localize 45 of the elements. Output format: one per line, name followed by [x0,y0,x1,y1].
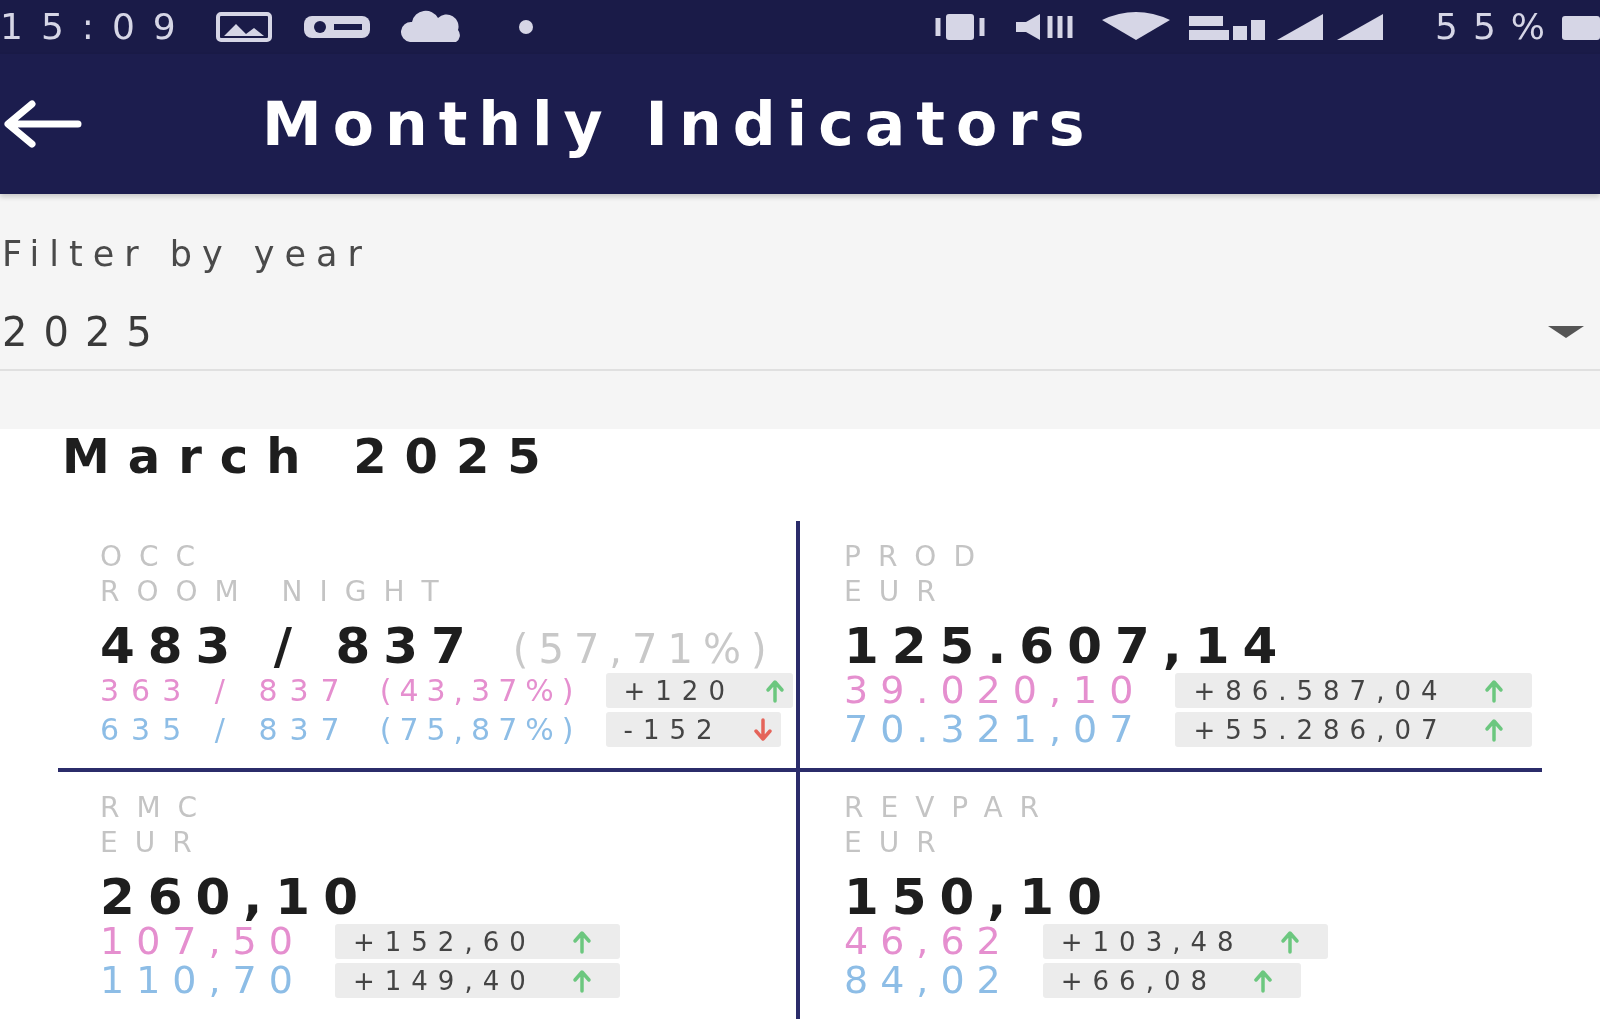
image-icon [215,12,272,42]
comparison-value: 46,62 [844,922,1013,961]
comparison-value: 70.321,07 [844,710,1146,749]
back-arrow-icon [2,100,82,148]
signal-icon [1335,12,1385,42]
field-label: Filter by year [1,233,372,276]
indicator-label: PROD [844,539,992,574]
comparison-value: 84,02 [844,961,1013,1000]
delta-text: -152 [623,714,723,745]
delta-text: +86.587,04 [1193,675,1448,706]
indicator-value: 125.607,14 [844,621,1291,671]
delta-text: +66,08 [1060,965,1217,996]
indicator-label: OCC [100,539,213,574]
delta-text: +103,48 [1060,926,1244,957]
indicator-unit: EUR [100,825,209,860]
back-button[interactable] [2,100,82,148]
screen-title: Monthly Indicators [262,88,1096,160]
comparison-value: 107,50 [100,922,305,961]
indicator-value: 260,10 [100,872,371,922]
comparison-value: 39.020,10 [844,671,1146,710]
caret-icon [1546,324,1586,340]
indicator-label: RMC [100,790,215,825]
speaker-icon [1014,12,1074,42]
status-time: 15:09 [0,7,194,47]
indicator-unit: EUR [844,825,953,860]
dot-icon [517,19,534,35]
period-title: March 2025 [62,429,560,483]
comparison-share: (75,87%) [379,711,582,749]
comparison-value: 363 / 837 [100,672,352,710]
year-dropdown[interactable]: 2025 [0,308,1600,371]
indicator-label: REVPAR [844,790,1056,825]
signal-icon [1275,12,1325,42]
delta-text: +120 [623,675,735,706]
comparison-value: 110,70 [100,961,305,1000]
delta-text: +149,40 [352,965,536,996]
battery-percent: 55% [1435,7,1560,47]
indicator-unit: ROOM NIGHT [100,574,456,609]
indicator-unit: EUR [844,574,953,609]
indicator-value: 483 / 837 [100,621,479,671]
comparison-value: 635 / 837 [100,711,352,749]
delta-text: +55.286,07 [1193,714,1448,745]
delta-text: +152,60 [352,926,536,957]
wifi-icon [1100,12,1172,42]
indicator-value: 150,10 [844,872,1115,922]
comparison-share: (43,37%) [379,672,582,710]
